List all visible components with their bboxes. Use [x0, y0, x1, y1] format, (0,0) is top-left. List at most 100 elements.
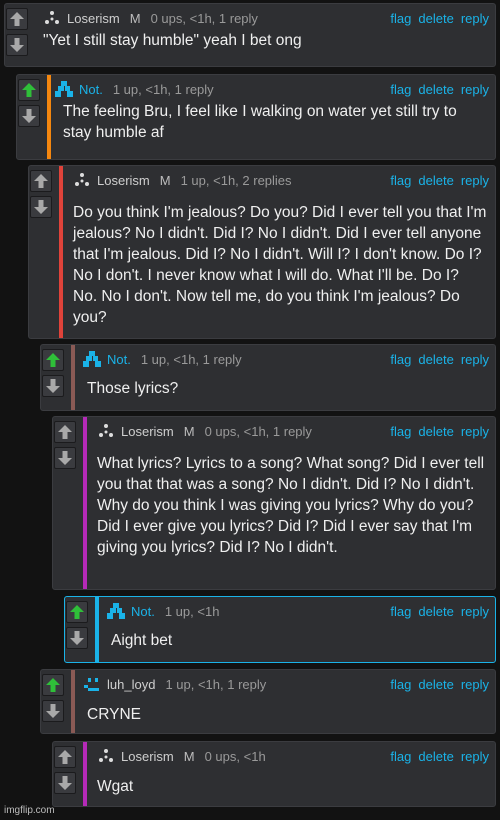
comment-text: CRYNE — [87, 706, 141, 723]
flag-link[interactable]: flag — [390, 82, 411, 97]
username[interactable]: Loserism — [97, 173, 150, 188]
arrow-up-icon — [34, 174, 48, 188]
arrow-down-icon — [70, 631, 84, 645]
username[interactable]: Loserism — [67, 11, 120, 26]
vote-controls — [5, 4, 29, 66]
reply-link[interactable]: reply — [461, 11, 489, 26]
delete-link[interactable]: delete — [418, 82, 453, 97]
reply-link[interactable]: reply — [461, 82, 489, 97]
thread-depth-bar — [83, 417, 87, 589]
comment-meta: 1 up, <1h, 2 replies — [180, 172, 292, 188]
triangle-dots-avatar[interactable] — [97, 423, 115, 439]
username[interactable]: luh_loyd — [107, 677, 155, 692]
thread-depth-bar — [83, 742, 87, 806]
comment-meta: 0 ups, <1h — [204, 748, 266, 764]
delete-link[interactable]: delete — [418, 173, 453, 188]
comment-meta: 1 up, <1h, 1 reply — [140, 351, 242, 367]
comment-actions: flag delete reply — [390, 424, 489, 439]
arrow-down-icon — [10, 38, 24, 52]
downvote-button[interactable] — [42, 375, 64, 397]
downvote-button[interactable] — [18, 105, 40, 127]
downvote-button[interactable] — [66, 627, 88, 649]
comment: Not. 1 up, <1h, 1 reply flag delete repl… — [40, 344, 496, 411]
delete-link[interactable]: delete — [418, 604, 453, 619]
comment-actions: flag delete reply — [390, 82, 489, 97]
arrow-down-icon — [58, 451, 72, 465]
mod-badge: M — [159, 172, 171, 188]
delete-link[interactable]: delete — [418, 11, 453, 26]
flag-link[interactable]: flag — [390, 11, 411, 26]
username[interactable]: Not. — [131, 604, 155, 619]
reply-link[interactable]: reply — [461, 677, 489, 692]
flag-link[interactable]: flag — [390, 173, 411, 188]
flag-link[interactable]: flag — [390, 677, 411, 692]
upvote-button[interactable] — [54, 746, 76, 768]
reply-link[interactable]: reply — [461, 604, 489, 619]
face-avatar[interactable] — [83, 676, 101, 692]
reply-link[interactable]: reply — [461, 424, 489, 439]
arrow-down-icon — [46, 379, 60, 393]
flag-link[interactable]: flag — [390, 352, 411, 367]
triangle-dots-avatar[interactable] — [73, 172, 91, 188]
arrow-down-icon — [46, 704, 60, 718]
comment-meta: 1 up, <1h — [164, 603, 220, 619]
downvote-button[interactable] — [54, 772, 76, 794]
flag-link[interactable]: flag — [390, 424, 411, 439]
mod-badge: M — [129, 10, 141, 26]
arrow-up-icon — [70, 605, 84, 619]
comment-header: Not. 1 up, <1h flag delete reply — [107, 602, 489, 620]
comment-actions: flag delete reply — [390, 173, 489, 188]
downvote-button[interactable] — [54, 447, 76, 469]
thread-depth-bar — [47, 75, 51, 159]
upvote-button[interactable] — [42, 349, 64, 371]
vote-controls — [41, 345, 65, 410]
comment-meta: 0 ups, <1h, 1 reply — [204, 423, 312, 439]
flag-link[interactable]: flag — [390, 604, 411, 619]
reply-link[interactable]: reply — [461, 173, 489, 188]
arrow-up-icon — [58, 425, 72, 439]
blue-blocks-avatar[interactable] — [107, 603, 125, 619]
upvote-button[interactable] — [42, 674, 64, 696]
username[interactable]: Not. — [79, 82, 103, 97]
blue-blocks-avatar[interactable] — [55, 81, 73, 97]
vote-controls — [65, 597, 89, 662]
comment-meta: 0 ups, <1h, 1 reply — [150, 10, 258, 26]
upvote-button[interactable] — [6, 8, 28, 30]
delete-link[interactable]: delete — [418, 677, 453, 692]
upvote-button[interactable] — [18, 79, 40, 101]
comment-actions: flag delete reply — [390, 677, 489, 692]
delete-link[interactable]: delete — [418, 352, 453, 367]
comment-header: luh_loyd 1 up, <1h, 1 reply flag delete … — [83, 675, 489, 693]
delete-link[interactable]: delete — [418, 424, 453, 439]
comment-header: Loserism M 0 ups, <1h, 1 reply flag dele… — [43, 9, 489, 27]
comment: Not. 1 up, <1h flag delete reply Aight b… — [64, 596, 496, 663]
downvote-button[interactable] — [30, 196, 52, 218]
triangle-dots-avatar[interactable] — [97, 748, 115, 764]
comment: luh_loyd 1 up, <1h, 1 reply flag delete … — [40, 669, 496, 734]
comment-meta: 1 up, <1h, 1 reply — [112, 81, 214, 97]
comment-text: "Yet I still stay humble" yeah I bet ong — [43, 32, 302, 49]
arrow-up-icon — [58, 750, 72, 764]
username[interactable]: Not. — [107, 352, 131, 367]
reply-link[interactable]: reply — [461, 749, 489, 764]
username[interactable]: Loserism — [121, 424, 174, 439]
upvote-button[interactable] — [66, 601, 88, 623]
thread-depth-bar — [71, 670, 75, 733]
delete-link[interactable]: delete — [418, 749, 453, 764]
arrow-down-icon — [58, 776, 72, 790]
upvote-button[interactable] — [30, 170, 52, 192]
mod-badge: M — [183, 748, 195, 764]
thread-depth-bar — [59, 166, 63, 338]
triangle-dots-avatar[interactable] — [43, 10, 61, 26]
comment-header: Not. 1 up, <1h, 1 reply flag delete repl… — [55, 80, 489, 98]
flag-link[interactable]: flag — [390, 749, 411, 764]
downvote-button[interactable] — [6, 34, 28, 56]
reply-link[interactable]: reply — [461, 352, 489, 367]
downvote-button[interactable] — [42, 700, 64, 722]
comment-actions: flag delete reply — [390, 604, 489, 619]
username[interactable]: Loserism — [121, 749, 174, 764]
blue-blocks-avatar[interactable] — [83, 351, 101, 367]
thread-depth-bar — [95, 597, 99, 662]
upvote-button[interactable] — [54, 421, 76, 443]
comment-header: Loserism M 0 ups, <1h flag delete reply — [97, 747, 489, 765]
